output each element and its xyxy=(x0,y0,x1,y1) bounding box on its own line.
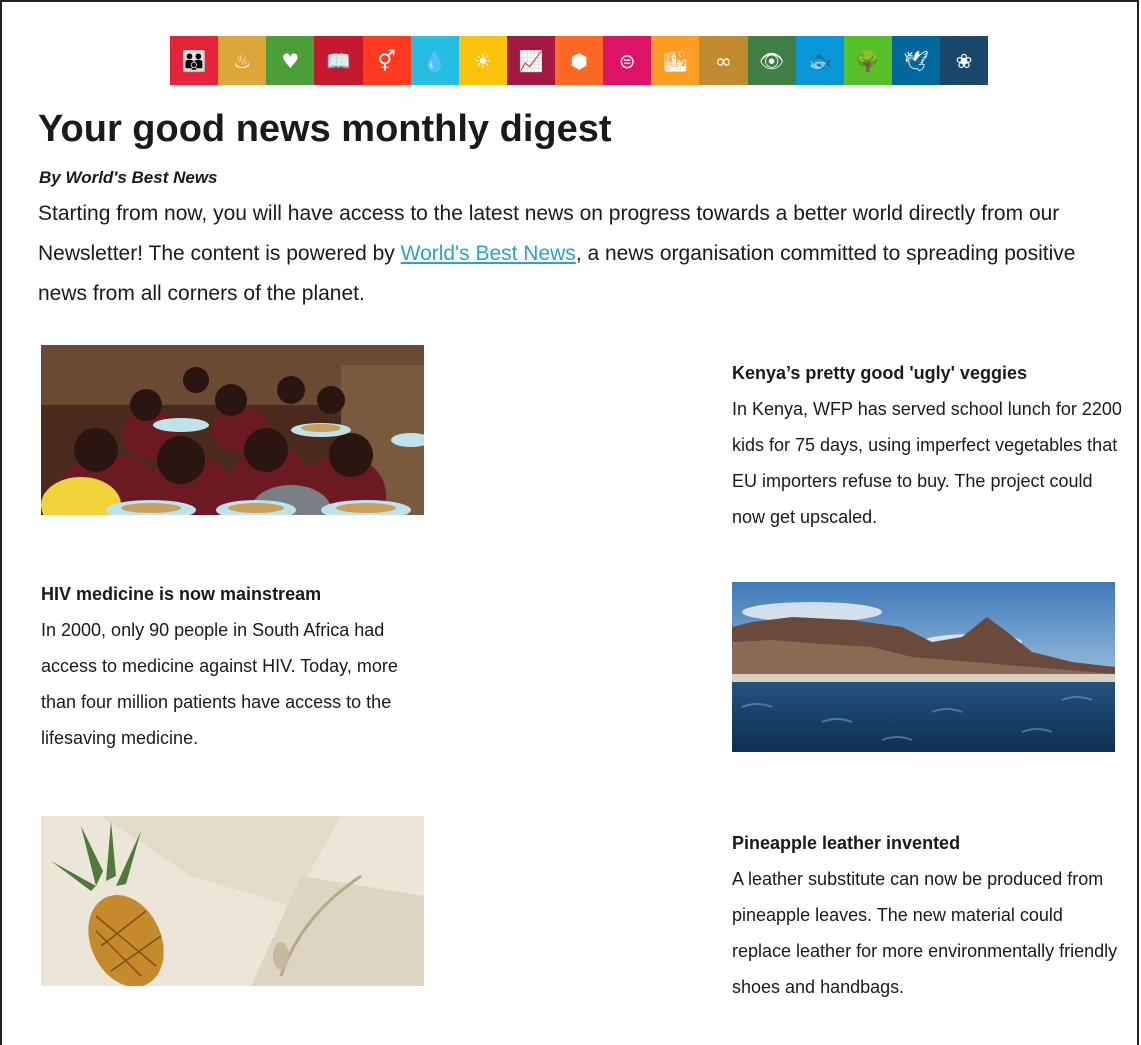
byline: By World's Best News xyxy=(39,168,218,187)
sun-icon: ☀ xyxy=(458,36,507,85)
water-drop-icon: 💧 xyxy=(410,36,459,85)
gender-icon: ⚥ xyxy=(362,36,411,85)
article-body: In 2000, only 90 people in South Africa … xyxy=(41,620,398,748)
worlds-best-news-link[interactable]: World's Best News xyxy=(401,242,576,265)
city-icon: 🏙 xyxy=(651,36,700,85)
equality-icon: ⊜ xyxy=(603,36,652,85)
fish-waves-icon: 🐟 xyxy=(795,36,844,85)
article-hiv: HIV medicine is now mainstream In 2000, … xyxy=(41,576,411,756)
flower-icon: ❀ xyxy=(940,36,989,85)
article-pineapple: Pineapple leather invented A leather sub… xyxy=(732,825,1122,1005)
infinity-icon: ∞ xyxy=(699,36,748,85)
heartbeat-icon: ♥ xyxy=(266,36,315,85)
article-title: Pineapple leather invented xyxy=(732,833,961,853)
people-icon: 👪 xyxy=(170,36,219,85)
cape-town-photo xyxy=(732,582,1115,752)
article-body: A leather substitute can now be produced… xyxy=(732,869,1118,997)
book-icon: 📖 xyxy=(314,36,363,85)
cubes-icon: ⬢ xyxy=(555,36,604,85)
article-kenya: Kenya’s pretty good 'ugly' veggies In Ke… xyxy=(732,355,1122,535)
article-body: In Kenya, WFP has served school lunch fo… xyxy=(732,399,1122,527)
page-title: Your good news monthly digest xyxy=(38,108,612,150)
dove-gavel-icon: 🕊 xyxy=(891,36,940,85)
growth-chart-icon: 📈 xyxy=(506,36,555,85)
tree-icon: 🌳 xyxy=(843,36,892,85)
intro-paragraph: Starting from now, you will have access … xyxy=(38,194,1098,314)
article-title: Kenya’s pretty good 'ugly' veggies xyxy=(732,363,1027,383)
article-title: HIV medicine is now mainstream xyxy=(41,584,322,604)
eye-globe-icon: 👁 xyxy=(747,36,796,85)
kenya-schoolchildren-photo xyxy=(41,345,424,515)
bowl-icon: ♨ xyxy=(218,36,267,85)
sdg-icon-strip: 👪 ♨ ♥ 📖 ⚥ 💧 ☀ 📈 ⬢ ⊜ 🏙 ∞ 👁 🐟 🌳 🕊 ❀ xyxy=(170,36,989,85)
pineapple-leather-photo xyxy=(41,816,424,986)
